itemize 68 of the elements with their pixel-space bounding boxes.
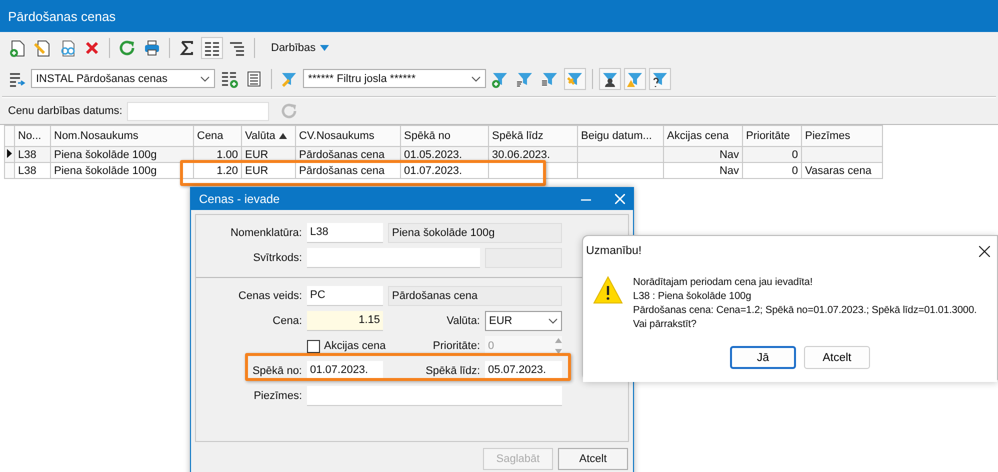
- message-text: Norādītajam periodam cena jau ievadīta!: [633, 276, 814, 290]
- chevron-down-icon: [200, 76, 210, 82]
- table-cell: Nav: [664, 146, 742, 162]
- close-icon[interactable]: [979, 246, 990, 256]
- column-header[interactable]: Prioritāte: [742, 126, 802, 146]
- input-field[interactable]: [307, 386, 562, 406]
- input-field[interactable]: L38: [307, 223, 383, 243]
- table-cell: Vasaras cena: [802, 162, 882, 178]
- chevron-down-icon: [471, 76, 481, 82]
- view-dropdown[interactable]: INSTAL Pārdošanas cenas: [31, 69, 215, 88]
- input-field[interactable]: 1.15: [307, 311, 383, 331]
- message-title: Uzmanību!: [586, 245, 642, 257]
- column-header[interactable]: No...: [14, 126, 50, 146]
- field-label: Nomenklatūra:: [229, 227, 302, 239]
- table-cell: Piena šokolāde 100g: [50, 162, 194, 178]
- field-label: Cena:: [272, 315, 302, 327]
- caret-icon: [320, 44, 329, 50]
- table-cell: L38: [14, 162, 50, 178]
- column-header[interactable]: Spēkā līdz: [488, 126, 578, 146]
- table-cell: L38: [14, 146, 50, 162]
- table-cell: 0: [742, 162, 802, 178]
- actions-menu[interactable]: Darbības: [271, 42, 329, 54]
- table-cell: Pārdošanas cena: [296, 162, 400, 178]
- currency-dropdown[interactable]: EUR: [485, 311, 562, 331]
- warning-icon: [593, 276, 623, 304]
- filter-user-icon[interactable]: [599, 68, 621, 90]
- field-label: Valūta:: [446, 315, 480, 327]
- field-label: Svītrkods:: [252, 252, 302, 264]
- column-header[interactable]: Valūta: [242, 126, 296, 146]
- input-field[interactable]: Pārdošanas cena: [388, 286, 562, 306]
- message-text: Vai pārrakstīt?: [633, 318, 698, 332]
- table-cell: Nav: [664, 162, 742, 178]
- column-header[interactable]: Akcijas cena: [664, 126, 742, 146]
- table-cell: EUR: [242, 162, 296, 178]
- dialog-title: Cenas - ievade: [199, 192, 281, 206]
- table-cell: Piena šokolāde 100g: [50, 146, 194, 162]
- field-label: Spēkā no:: [251, 365, 302, 377]
- chevron-down-icon: [548, 318, 558, 324]
- field-label: Cenas veids:: [237, 290, 302, 302]
- column-header[interactable]: Nom.Nosaukums: [50, 126, 194, 146]
- date-field[interactable]: [127, 102, 270, 120]
- field-label: Spēkā līdz:: [424, 365, 480, 377]
- column-header[interactable]: Piezīmes: [802, 126, 882, 146]
- field-label: Piezīmes:: [252, 390, 302, 402]
- column-header[interactable]: Beigu datum...: [578, 126, 664, 146]
- current-row-icon: [7, 148, 12, 158]
- list-view-icon[interactable]: [201, 36, 223, 58]
- message-button[interactable]: Jā: [730, 346, 796, 369]
- table-cell: 0: [742, 146, 802, 162]
- spinner-arrows-icon: [555, 337, 562, 355]
- input-field[interactable]: PC: [307, 286, 383, 306]
- message-text: Pārdošanas cena: Cena=1.2; Spēkā no=01.07.2023.; Spēkā līdz=01.01.3000.: [633, 304, 977, 318]
- table-cell: 1.20: [194, 162, 242, 178]
- message-button[interactable]: Atcelt: [804, 346, 870, 369]
- input-field[interactable]: Piena šokolāde 100g: [388, 223, 562, 243]
- window-title: Pārdošanas cenas: [0, 0, 998, 32]
- filter-help-icon[interactable]: [649, 68, 671, 90]
- column-header[interactable]: CV.Nosaukums: [296, 126, 400, 146]
- message-text: L38 : Piena šokolāde 100g: [633, 290, 752, 304]
- input-field[interactable]: [307, 248, 480, 268]
- date-label: Cenu darbības datums:: [8, 105, 122, 117]
- field-label: Prioritāte:: [432, 340, 480, 352]
- filter-dropdown[interactable]: ****** Filtru josla ******: [303, 69, 486, 88]
- column-header[interactable]: Cena: [194, 126, 242, 146]
- table-cell: 01.07.2023.: [400, 162, 488, 178]
- column-header[interactable]: Spēkā no: [400, 126, 488, 146]
- dialog-button[interactable]: Atcelt: [558, 448, 628, 470]
- row-selector[interactable]: [4, 146, 14, 162]
